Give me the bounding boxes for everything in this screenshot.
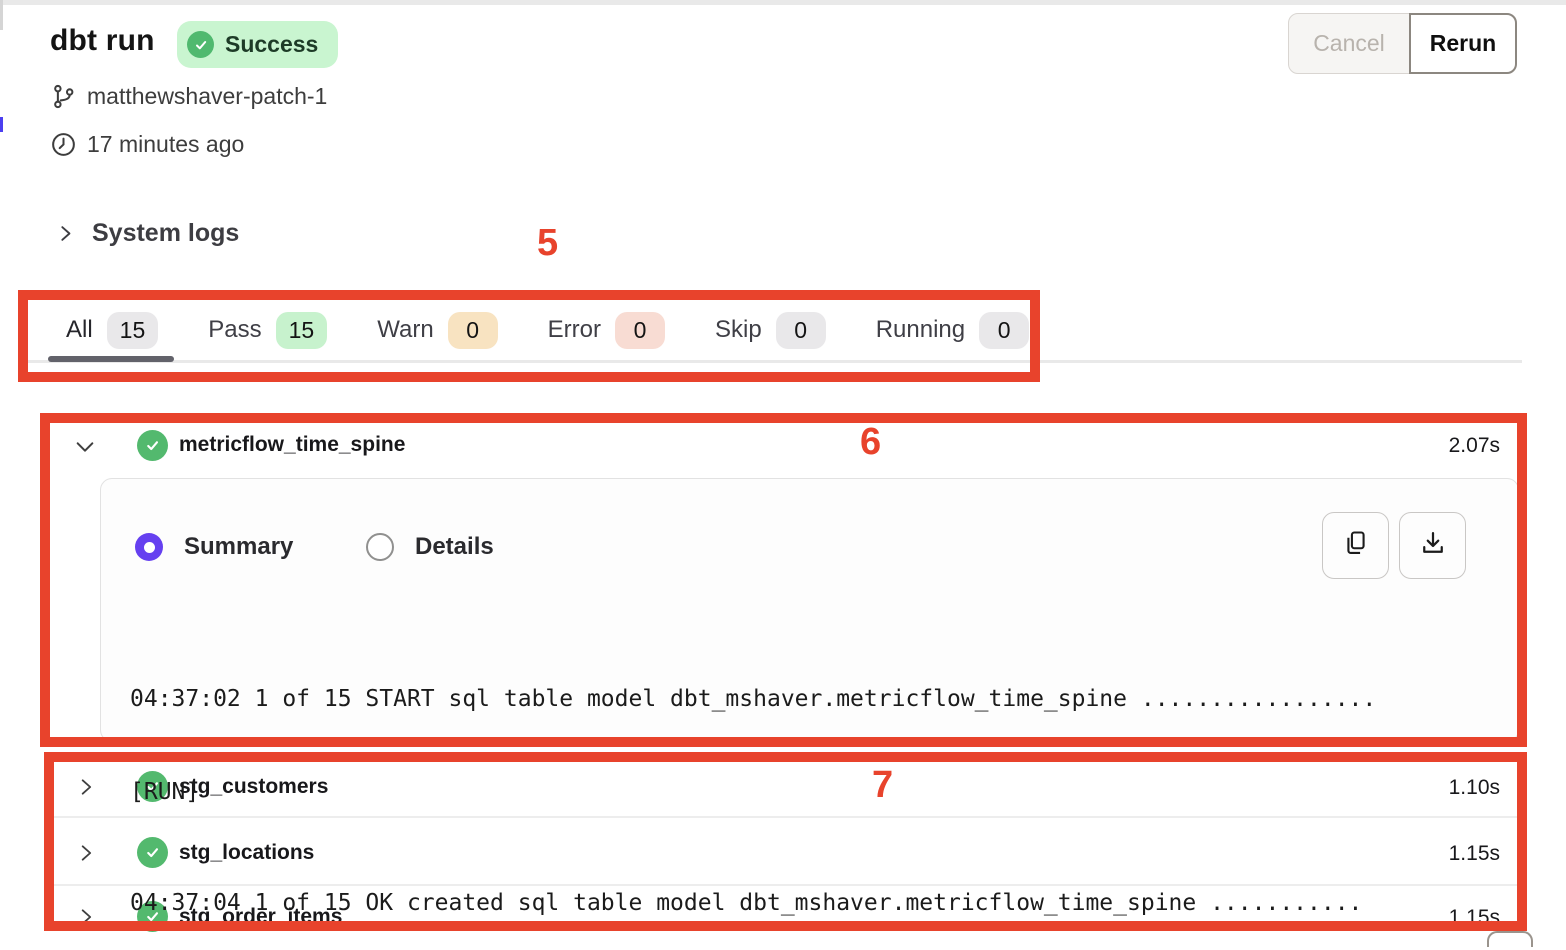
tab-skip[interactable]: Skip 0 [715, 312, 826, 349]
partial-button[interactable] [1487, 931, 1533, 947]
tab-count-badge: 0 [615, 312, 665, 349]
tab-label: Running [876, 316, 965, 344]
tab-count-badge: 15 [107, 312, 159, 349]
details-radio[interactable] [366, 533, 394, 561]
log-line: 04:37:02 1 of 15 START sql table model d… [130, 684, 1475, 715]
window-left-edge [0, 0, 3, 30]
tab-label: Warn [377, 316, 433, 344]
clock-icon [50, 131, 77, 158]
model-name[interactable]: metricflow_time_spine [179, 433, 405, 457]
log-output: 04:37:02 1 of 15 START sql table model d… [130, 622, 1475, 950]
rerun-button[interactable]: Rerun [1409, 13, 1517, 74]
summary-radio-label[interactable]: Summary [184, 533, 293, 561]
window-top-edge [0, 0, 1566, 5]
run-time-ago: 17 minutes ago [87, 131, 244, 158]
annotation-number-5: 5 [537, 222, 558, 265]
tab-label: Error [548, 316, 601, 344]
tab-label: All [66, 316, 93, 344]
branch-row: matthewshaver-patch-1 [50, 83, 327, 110]
tab-label: Skip [715, 316, 762, 344]
model-duration: 2.07s [1449, 434, 1500, 458]
left-edge-marker [0, 117, 3, 132]
branch-name: matthewshaver-patch-1 [87, 83, 327, 110]
expand-chevron-right-icon[interactable] [76, 777, 96, 797]
run-actions: Cancel Rerun [1288, 13, 1517, 74]
details-radio-label[interactable]: Details [415, 533, 494, 561]
annotation-number-6: 6 [860, 421, 881, 464]
annotation-number-7: 7 [872, 764, 893, 807]
tab-warn[interactable]: Warn 0 [377, 312, 497, 349]
model-success-icon [137, 430, 168, 461]
tab-running[interactable]: Running 0 [876, 312, 1029, 349]
chevron-right-icon [56, 224, 75, 243]
log-line: 04:37:04 1 of 15 OK created sql table mo… [130, 888, 1475, 919]
tab-label: Pass [208, 316, 261, 344]
tab-count-badge: 0 [448, 312, 498, 349]
page-title: dbt run [50, 24, 155, 58]
status-filter-tabs: All 15 Pass 15 Warn 0 Error 0 Skip 0 Run… [66, 306, 1029, 354]
copy-logs-button[interactable] [1322, 512, 1389, 579]
system-logs-toggle[interactable]: System logs [56, 219, 239, 248]
log-line: [RUN] [130, 777, 1475, 808]
tab-count-badge: 15 [276, 312, 328, 349]
download-icon [1419, 529, 1447, 562]
copy-icon [1342, 529, 1370, 562]
expand-chevron-right-icon[interactable] [76, 907, 96, 927]
status-label: Success [225, 31, 318, 58]
check-circle-icon [187, 31, 214, 58]
system-logs-label: System logs [92, 219, 239, 248]
tab-count-badge: 0 [776, 312, 826, 349]
download-logs-button[interactable] [1399, 512, 1466, 579]
expand-chevron-right-icon[interactable] [76, 843, 96, 863]
active-tab-underline [48, 356, 174, 362]
time-row: 17 minutes ago [50, 131, 244, 158]
tab-pass[interactable]: Pass 15 [208, 312, 327, 349]
cancel-button[interactable]: Cancel [1288, 13, 1410, 74]
git-branch-icon [50, 83, 77, 110]
status-badge: Success [177, 21, 338, 68]
summary-radio[interactable] [135, 533, 163, 561]
tab-count-badge: 0 [979, 312, 1029, 349]
collapse-chevron-down-icon[interactable] [74, 436, 96, 458]
tab-all[interactable]: All 15 [66, 312, 158, 349]
tab-error[interactable]: Error 0 [548, 312, 665, 349]
tabs-baseline [28, 360, 1522, 363]
